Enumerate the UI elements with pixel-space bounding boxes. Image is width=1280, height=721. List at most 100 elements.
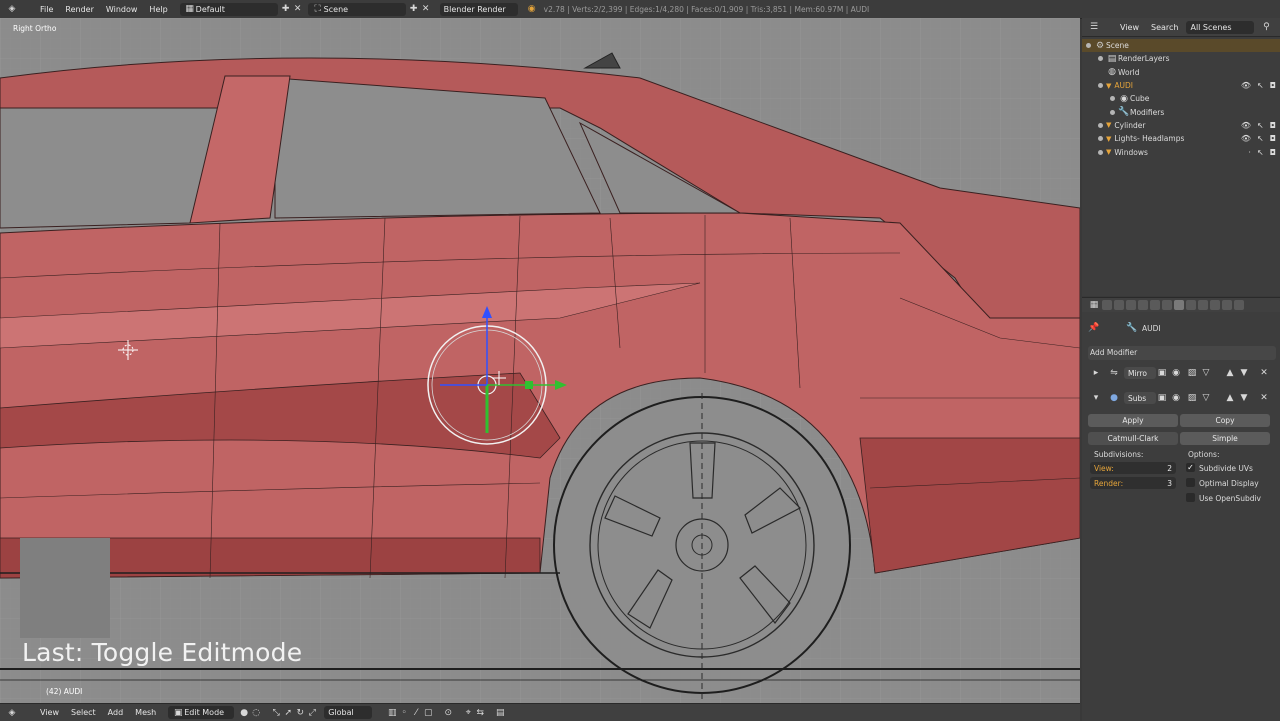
- render-engine-select[interactable]: Blender Render: [439, 2, 518, 16]
- eye-icon[interactable]: 👁: [1241, 134, 1251, 143]
- menu-render[interactable]: Render: [59, 5, 99, 14]
- tab-world[interactable]: [1138, 300, 1148, 310]
- tab-particles[interactable]: [1222, 300, 1232, 310]
- expand-icon[interactable]: [1098, 83, 1103, 89]
- expand-icon[interactable]: [1098, 149, 1103, 155]
- outliner-menu-view[interactable]: View: [1114, 23, 1145, 32]
- tab-material[interactable]: [1198, 300, 1208, 310]
- camera-icon[interactable]: ◘: [1270, 81, 1276, 90]
- outliner-item-scene[interactable]: ⚙ Scene: [1082, 39, 1280, 53]
- translate-icon[interactable]: ➚: [282, 707, 294, 719]
- close-layout-icon[interactable]: ✕: [292, 3, 304, 15]
- properties-editor-icon[interactable]: ▦: [1088, 299, 1100, 311]
- modifier-name-field[interactable]: Mirro: [1124, 367, 1156, 379]
- manipulator-icon[interactable]: ⤡: [270, 707, 282, 719]
- modifier-name-field[interactable]: Subs: [1124, 392, 1156, 404]
- camera-icon[interactable]: ◘: [1270, 148, 1276, 157]
- outliner-item-lights-headlamps[interactable]: ▼ Lights- Headlamps 👁 ↖ ◘: [1082, 132, 1280, 145]
- outliner-search-icon[interactable]: ⚲: [1260, 21, 1272, 33]
- remove-modifier-icon[interactable]: ✕: [1258, 367, 1270, 379]
- cage-toggle-icon[interactable]: ▽: [1200, 392, 1212, 404]
- move-down-icon[interactable]: ▼: [1238, 367, 1250, 379]
- add-scene-icon[interactable]: ✚: [408, 3, 420, 15]
- move-down-icon[interactable]: ▼: [1238, 392, 1250, 404]
- add-layout-icon[interactable]: ✚: [280, 3, 292, 15]
- cursor-icon[interactable]: ↖: [1257, 81, 1264, 90]
- pivot-point-icon[interactable]: ◌: [250, 707, 262, 719]
- expand-icon[interactable]: [1098, 56, 1103, 62]
- outliner-item-audi[interactable]: ▼ AUDI 👁 ↖ ◘: [1082, 79, 1280, 92]
- menu-select[interactable]: Select: [65, 708, 102, 717]
- outliner-item-modifiers[interactable]: 🔧 Modifiers: [1082, 105, 1280, 118]
- face-select-icon[interactable]: ▢: [422, 707, 434, 719]
- eye-icon[interactable]: 👁: [1241, 121, 1251, 130]
- tab-object[interactable]: [1150, 300, 1160, 310]
- visibility-toggles[interactable]: 👁 ↖ ◘: [1241, 134, 1276, 143]
- outliner-item-cylinder[interactable]: ▼ Cylinder 👁 ↖ ◘: [1082, 119, 1280, 132]
- outliner-menu-search[interactable]: Search: [1145, 23, 1184, 32]
- simple-toggle[interactable]: Simple: [1180, 432, 1270, 445]
- use-opensubdiv-checkbox[interactable]: [1186, 493, 1195, 502]
- visibility-toggles[interactable]: 👁 ↖ ◘: [1241, 81, 1276, 90]
- collapse-arrow-icon[interactable]: ▾: [1090, 392, 1102, 404]
- add-modifier-button[interactable]: Add Modifier: [1088, 346, 1276, 360]
- edge-select-icon[interactable]: ⁄: [410, 707, 422, 719]
- cursor-icon[interactable]: ↖: [1257, 148, 1264, 157]
- expand-icon[interactable]: [1110, 96, 1115, 102]
- render-preview-icon[interactable]: ▤: [494, 707, 506, 719]
- tab-modifiers[interactable]: [1174, 300, 1184, 310]
- editmode-toggle-icon[interactable]: ▨: [1186, 367, 1198, 379]
- menu-view[interactable]: View: [34, 708, 65, 717]
- tab-render-layers[interactable]: [1114, 300, 1124, 310]
- camera-icon[interactable]: ◘: [1270, 121, 1276, 130]
- visibility-toggles[interactable]: 👁 ↖ ◘: [1241, 121, 1276, 130]
- expand-icon[interactable]: [1110, 109, 1115, 115]
- snap-target-icon[interactable]: ⇆: [474, 707, 486, 719]
- tab-data[interactable]: [1186, 300, 1196, 310]
- tab-physics[interactable]: [1234, 300, 1244, 310]
- snap-icon[interactable]: ⌖: [462, 707, 474, 719]
- outliner-display-select[interactable]: All Scenes: [1186, 20, 1255, 34]
- move-up-icon[interactable]: ▲: [1224, 392, 1236, 404]
- layout-selector[interactable]: ▦ Default: [179, 2, 278, 16]
- tab-constraints[interactable]: [1162, 300, 1172, 310]
- mode-selector[interactable]: ▣ Edit Mode: [168, 706, 235, 719]
- optimal-display-checkbox[interactable]: [1186, 478, 1195, 487]
- copy-button[interactable]: Copy: [1180, 414, 1270, 427]
- camera-icon[interactable]: ◘: [1270, 134, 1276, 143]
- tab-texture[interactable]: [1210, 300, 1220, 310]
- apply-button[interactable]: Apply: [1088, 414, 1178, 427]
- catmull-clark-toggle[interactable]: Catmull-Clark: [1088, 432, 1178, 445]
- outliner-editor-icon[interactable]: ☰: [1088, 21, 1100, 33]
- render-toggle-icon[interactable]: ▣: [1156, 392, 1168, 404]
- viewport-shading-icon[interactable]: ●: [238, 707, 250, 719]
- close-scene-icon[interactable]: ✕: [420, 3, 432, 15]
- 3d-viewport[interactable]: Right Ortho Last: Toggle Editmode (42) A…: [0, 18, 1080, 703]
- eye-icon[interactable]: 👁: [1241, 81, 1251, 90]
- vertex-select-icon[interactable]: ◦: [398, 707, 410, 719]
- tab-scene[interactable]: [1126, 300, 1136, 310]
- layer-icon[interactable]: ▥: [386, 707, 398, 719]
- pin-icon[interactable]: 📌: [1088, 322, 1100, 334]
- render-toggle-icon[interactable]: ▣: [1156, 367, 1168, 379]
- menu-file[interactable]: File: [34, 5, 59, 14]
- outliner-item-windows[interactable]: ▼ Windows · ↖ ◘: [1082, 145, 1280, 158]
- remove-modifier-icon[interactable]: ✕: [1258, 392, 1270, 404]
- editor-type-icon-3d[interactable]: ◈: [6, 707, 18, 719]
- scale-icon[interactable]: ⤢: [306, 707, 318, 719]
- render-levels-field[interactable]: Render: 3: [1090, 477, 1176, 489]
- cursor-icon[interactable]: ↖: [1257, 134, 1264, 143]
- rotate-icon[interactable]: ↻: [294, 707, 306, 719]
- visibility-toggles[interactable]: · ↖ ◘: [1248, 148, 1276, 157]
- menu-window[interactable]: Window: [100, 5, 144, 14]
- cage-toggle-icon[interactable]: ▽: [1200, 367, 1212, 379]
- editor-type-icon[interactable]: ◈: [6, 3, 18, 15]
- expand-arrow-icon[interactable]: ▸: [1090, 367, 1102, 379]
- editmode-toggle-icon[interactable]: ▨: [1186, 392, 1198, 404]
- expand-icon[interactable]: [1098, 136, 1103, 142]
- view-levels-field[interactable]: View: 2: [1090, 462, 1176, 474]
- proportional-edit-icon[interactable]: ⊙: [442, 707, 454, 719]
- menu-help[interactable]: Help: [143, 5, 173, 14]
- expand-icon[interactable]: [1086, 43, 1091, 49]
- menu-add[interactable]: Add: [102, 708, 130, 717]
